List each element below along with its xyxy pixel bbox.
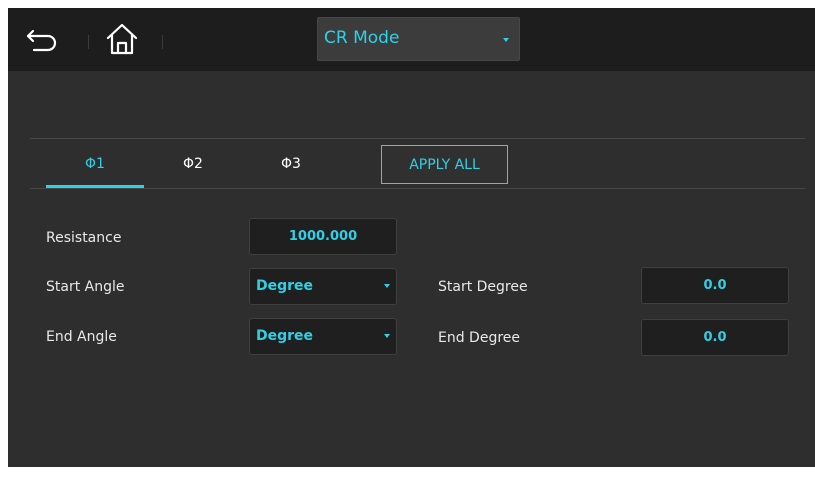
tab-phase-1[interactable]: Φ1: [46, 148, 144, 188]
back-arrow-icon: [26, 29, 57, 52]
tab-phase-2[interactable]: Φ2: [144, 148, 242, 188]
start-angle-label: Start Angle: [46, 279, 125, 295]
end-angle-unit-dropdown[interactable]: Degree: [249, 318, 397, 355]
top-bar: CR Mode: [8, 8, 815, 71]
start-degree-label: Start Degree: [438, 279, 528, 295]
tabs-divider: [30, 188, 805, 189]
end-degree-label: End Degree: [438, 330, 521, 346]
header-divider: [162, 35, 163, 49]
end-degree-input[interactable]: 0.0: [641, 319, 789, 356]
resistance-label: Resistance: [46, 230, 122, 246]
chevron-down-icon: [384, 334, 390, 338]
tab-phase-3[interactable]: Φ3: [242, 148, 340, 188]
home-icon: [106, 23, 138, 55]
start-angle-unit-dropdown[interactable]: Degree: [249, 268, 397, 305]
screen: CR Mode Φ1 Φ2 Φ3 APPLY ALL Resistance 10…: [8, 8, 815, 467]
mode-dropdown-value: CR Mode: [324, 28, 400, 48]
start-angle-unit-value: Degree: [256, 278, 314, 294]
start-degree-input[interactable]: 0.0: [641, 267, 789, 304]
back-button[interactable]: [24, 19, 64, 59]
end-angle-label: End Angle: [46, 329, 117, 345]
chevron-down-icon: [503, 38, 509, 42]
mode-dropdown[interactable]: CR Mode: [317, 17, 520, 61]
end-angle-unit-value: Degree: [256, 328, 314, 344]
chevron-down-icon: [384, 284, 390, 288]
section-divider: [30, 138, 805, 139]
apply-all-button[interactable]: APPLY ALL: [381, 145, 508, 184]
home-button[interactable]: [102, 19, 142, 59]
header-divider: [88, 35, 89, 49]
resistance-input[interactable]: 1000.000: [249, 218, 397, 255]
